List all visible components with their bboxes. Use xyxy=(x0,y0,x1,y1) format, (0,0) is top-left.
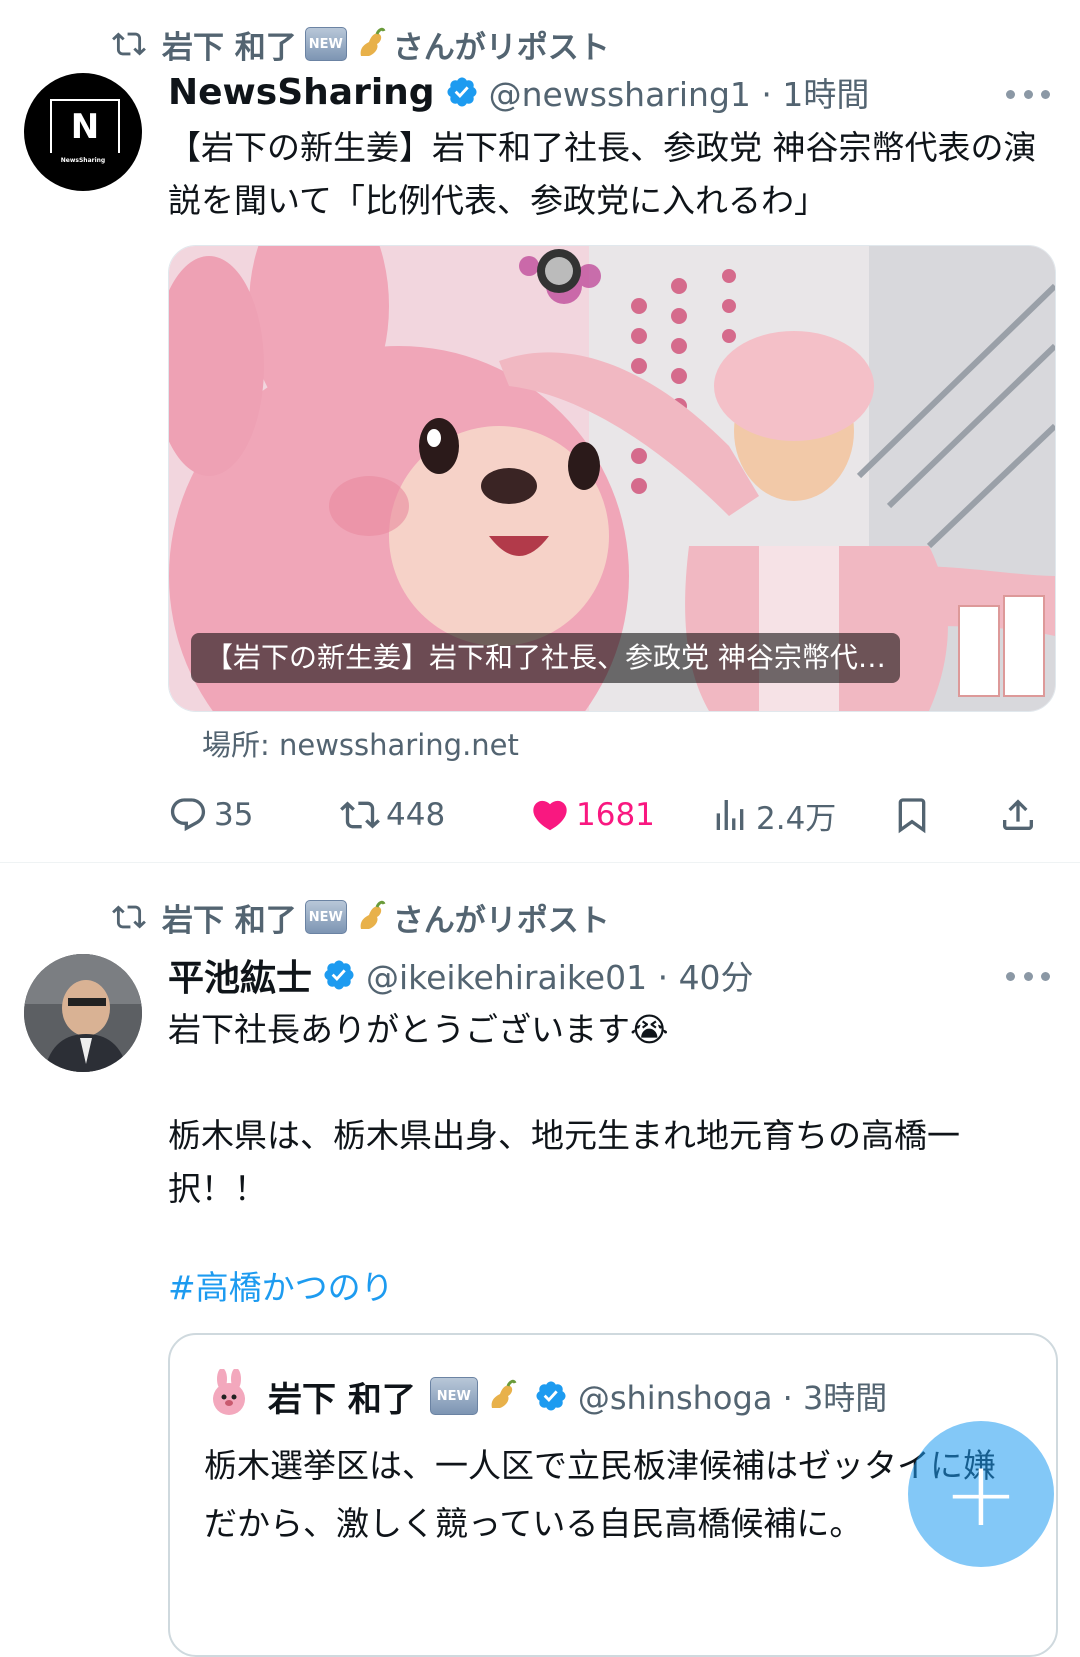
repost-count: 448 xyxy=(386,797,446,833)
repost-suffix: さんがリポスト xyxy=(392,29,610,66)
display-name[interactable]: 平池紘士 xyxy=(168,949,312,1001)
more-options-icon[interactable] xyxy=(1006,86,1050,102)
views-button[interactable]: 2.4万 xyxy=(710,790,836,840)
avatar[interactable] xyxy=(24,954,142,1072)
avatar[interactable]: N NewsSharing xyxy=(24,73,142,191)
repost-suffix: さんがリポスト xyxy=(392,902,610,939)
views-count: 2.4万 xyxy=(756,800,837,837)
reply-icon xyxy=(170,798,206,832)
quoted-text: 栃木選挙区は、一人区で立民板津候補はゼッタイに嫌だから、激しく競っている自民高橋… xyxy=(204,1446,996,1543)
share-icon xyxy=(1003,799,1033,830)
verified-badge-icon xyxy=(536,1381,566,1411)
handle-time[interactable]: @ikeikehiraike01 · 40分 xyxy=(366,951,754,999)
tweet-divider xyxy=(0,862,1080,863)
reply-button[interactable]: 35 xyxy=(168,790,253,840)
new-badge: NEW xyxy=(304,27,347,61)
card-caption: 【岩下の新生姜】岩下和了社長、参政党 神谷宗幣代… xyxy=(191,633,900,683)
bookmark-button[interactable] xyxy=(892,790,938,840)
like-count: 1681 xyxy=(576,797,655,833)
avatar-frame: N xyxy=(50,99,120,153)
repost-icon xyxy=(112,32,146,56)
card-source[interactable]: 場所: newssharing.net xyxy=(202,722,519,764)
quoted-handle-time[interactable]: @shinshoga · 3時間 xyxy=(578,1373,887,1419)
action-bar: 35 448 1681 2.4万 xyxy=(168,790,1054,840)
repost-header[interactable]: 岩下 和了 NEW さんがリポスト xyxy=(110,22,610,66)
bookmark-icon xyxy=(898,798,926,834)
quoted-author-row: 岩下 和了 NEW @shinshoga · 3時間 xyxy=(268,1371,887,1421)
hashtag-link[interactable]: #高橋かつのり xyxy=(168,1261,1048,1314)
repost-user-name[interactable]: 岩下 和了 xyxy=(162,22,297,67)
more-options-icon[interactable] xyxy=(1006,968,1050,984)
quoted-avatar[interactable] xyxy=(204,1368,254,1419)
tweet-text: 【岩下の新生姜】岩下和了社長、参政党 神谷宗幣代表の演説を聞いて「比例代表、参政… xyxy=(168,128,1037,220)
new-badge: NEW xyxy=(304,900,347,934)
avatar-small-text: NewsSharing xyxy=(60,157,106,164)
ginger-icon xyxy=(360,900,386,929)
author-row: NewsSharing @newssharing1 · 1時間 xyxy=(168,66,869,118)
repost-icon xyxy=(112,905,146,929)
tweet-text-line2: 栃木県は、栃木県出身、地元生まれ地元育ちの高橋一択！！ xyxy=(168,1116,960,1208)
verified-badge-icon xyxy=(324,960,354,990)
like-button[interactable]: 1681 xyxy=(530,790,655,840)
ginger-icon xyxy=(491,1379,517,1408)
verified-badge-icon xyxy=(447,77,477,107)
compose-button[interactable]: + xyxy=(908,1421,1054,1567)
repost-header[interactable]: 岩下 和了 NEW さんがリポスト xyxy=(110,895,610,939)
quoted-display-name[interactable]: 岩下 和了 xyxy=(268,1372,416,1421)
views-icon xyxy=(716,800,744,830)
tweet-text-line1: 岩下社長ありがとうございます😭 xyxy=(168,1010,669,1049)
share-button[interactable] xyxy=(998,790,1044,840)
handle-time[interactable]: @newssharing1 · 1時間 xyxy=(489,68,870,116)
author-row: 平池紘士 @ikeikehiraike01 · 40分 xyxy=(168,949,754,1001)
display-name[interactable]: NewsSharing xyxy=(168,72,435,113)
reply-count: 35 xyxy=(214,797,254,833)
link-card-image[interactable]: 【岩下の新生姜】岩下和了社長、参政党 神谷宗幣代… xyxy=(168,245,1056,712)
repost-button[interactable]: 448 xyxy=(340,790,445,840)
avatar-letter: N xyxy=(70,107,100,147)
heart-icon xyxy=(533,800,567,831)
new-badge: NEW xyxy=(429,1377,478,1415)
mascot-avatar-icon xyxy=(213,1368,245,1415)
avatar-photo xyxy=(24,954,142,1072)
repost-icon xyxy=(340,801,380,829)
repost-user-name[interactable]: 岩下 和了 xyxy=(162,895,297,940)
ginger-icon xyxy=(360,27,386,56)
